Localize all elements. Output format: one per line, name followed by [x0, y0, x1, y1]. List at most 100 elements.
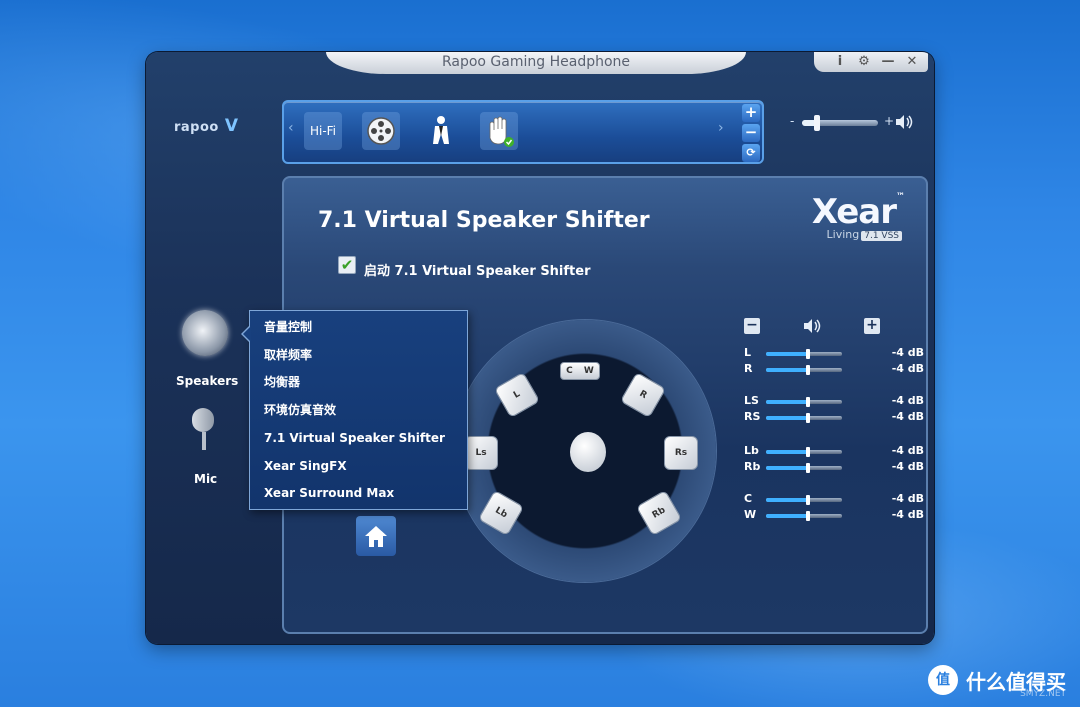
- level-thumb[interactable]: [805, 397, 810, 407]
- panel-title: 7.1 Virtual Speaker Shifter: [318, 208, 650, 233]
- master-volume: - +: [790, 112, 930, 132]
- level-slider[interactable]: [766, 463, 842, 473]
- level-fill: [766, 498, 808, 502]
- level-slider[interactable]: [766, 495, 842, 505]
- close-button[interactable]: ✕: [900, 52, 924, 72]
- volume-thumb[interactable]: [814, 115, 821, 131]
- level-row-ls: LS -4 dB: [744, 394, 924, 410]
- level-label: Lb: [744, 444, 759, 457]
- level-thumb[interactable]: [805, 463, 810, 473]
- level-row-c: C -4 dB: [744, 492, 924, 508]
- enable-label: 启动 7.1 Virtual Speaker Shifter: [364, 264, 591, 279]
- menu-item[interactable]: 环境仿真音效: [264, 400, 464, 420]
- speaker-right-back[interactable]: Rb: [635, 489, 683, 537]
- level-label: Rb: [744, 460, 761, 473]
- mic-label[interactable]: Mic: [194, 472, 217, 486]
- toolbar-left-arrow[interactable]: ‹: [288, 120, 294, 136]
- custom-mode-button[interactable]: [480, 112, 518, 150]
- volume-plus[interactable]: +: [884, 114, 894, 128]
- level-value: -4 dB: [891, 492, 924, 505]
- level-thumb[interactable]: [805, 413, 810, 423]
- checkmark-icon: ✔: [340, 256, 354, 274]
- level-row-r: R -4 dB: [744, 362, 924, 378]
- menu-item[interactable]: 7.1 Virtual Speaker Shifter: [264, 428, 464, 448]
- rapoo-logo: rapoo V: [174, 116, 239, 136]
- toolbar-right-arrow[interactable]: ›: [718, 120, 724, 136]
- film-reel-icon: [367, 117, 395, 145]
- speaker-left-surround[interactable]: Ls: [464, 436, 498, 470]
- settings-button[interactable]: ⚙: [852, 52, 876, 72]
- levels-minus-button[interactable]: −: [744, 318, 760, 334]
- level-fill: [766, 368, 808, 372]
- menu-item[interactable]: Xear Surround Max: [264, 483, 464, 503]
- menu-item[interactable]: Xear SingFX: [264, 456, 464, 476]
- channel-levels: − + L -4 dB R -4 dB LS -4 dB RS -4 dB Lb -4 dB Rb -…: [744, 318, 924, 548]
- watermark-badge: 值: [928, 665, 958, 695]
- menu-item[interactable]: 音量控制: [264, 317, 464, 337]
- level-row-rs: RS -4 dB: [744, 410, 924, 426]
- minimize-button[interactable]: —: [876, 52, 900, 72]
- level-thumb[interactable]: [805, 447, 810, 457]
- level-fill: [766, 416, 808, 420]
- speaker-right-surround[interactable]: Rs: [664, 436, 698, 470]
- mic-device-icon[interactable]: [192, 408, 216, 452]
- level-thumb[interactable]: [805, 495, 810, 505]
- level-fill: [766, 450, 808, 454]
- level-slider[interactable]: [766, 397, 842, 407]
- enable-checkbox[interactable]: ✔: [338, 256, 356, 274]
- xear-subtitle: Living 7.1 VSS: [827, 228, 902, 241]
- menu-item[interactable]: 取样频率: [264, 345, 464, 365]
- home-button[interactable]: [356, 516, 396, 556]
- speaker-center[interactable]: C W: [560, 362, 600, 380]
- level-fill: [766, 352, 808, 356]
- speaker-left-label: L: [512, 389, 522, 401]
- level-label: LS: [744, 394, 759, 407]
- speaker-volume-icon[interactable]: [894, 114, 914, 130]
- level-thumb[interactable]: [805, 511, 810, 521]
- level-slider[interactable]: [766, 349, 842, 359]
- level-thumb[interactable]: [805, 365, 810, 375]
- info-button[interactable]: i: [828, 52, 852, 72]
- xear-logo-text: Xear: [811, 192, 897, 232]
- speaker-center-label: C: [566, 366, 573, 376]
- listener-head-icon: [570, 432, 606, 472]
- remove-preset-button[interactable]: −: [742, 124, 760, 142]
- refresh-button[interactable]: ⟳: [742, 144, 760, 162]
- speaker-rs-label: Rs: [674, 448, 688, 458]
- level-value: -4 dB: [891, 394, 924, 407]
- speaker-left[interactable]: L: [493, 371, 541, 419]
- xear-tm: ™: [896, 192, 905, 202]
- game-mode-button[interactable]: [422, 112, 460, 150]
- level-value: -4 dB: [891, 444, 924, 457]
- movie-mode-button[interactable]: [362, 112, 400, 150]
- speakers-label[interactable]: Speakers: [176, 374, 238, 388]
- volume-slider[interactable]: [802, 115, 878, 131]
- level-slider[interactable]: [766, 413, 842, 423]
- speaker-right[interactable]: R: [619, 371, 667, 419]
- level-value: -4 dB: [891, 346, 924, 359]
- xear-sub-text: Living: [826, 228, 860, 241]
- level-value: -4 dB: [891, 508, 924, 521]
- speaker-left-back[interactable]: Lb: [477, 489, 525, 537]
- menu-item[interactable]: 均衡器: [264, 372, 464, 392]
- speaker-right-label: R: [637, 388, 649, 402]
- level-slider[interactable]: [766, 365, 842, 375]
- volume-minus[interactable]: -: [790, 114, 794, 128]
- hifi-button[interactable]: Hi-Fi: [304, 112, 342, 150]
- speakers-device-icon[interactable]: [182, 310, 228, 356]
- level-slider[interactable]: [766, 447, 842, 457]
- levels-plus-button[interactable]: +: [864, 318, 880, 334]
- level-label: W: [744, 508, 757, 521]
- add-preset-button[interactable]: +: [742, 104, 760, 122]
- mic-stem: [202, 432, 206, 450]
- level-thumb[interactable]: [805, 349, 810, 359]
- level-slider[interactable]: [766, 511, 842, 521]
- logo-mark: V: [224, 116, 239, 136]
- window-controls: i ⚙ — ✕: [814, 52, 928, 72]
- level-row-lb: Lb -4 dB: [744, 444, 924, 460]
- speaker-lb-label: Lb: [493, 505, 509, 521]
- menu-pointer: [241, 325, 251, 343]
- speaker-layout: C W L R Ls Rs Lb Rb: [454, 320, 716, 582]
- home-icon: [365, 526, 387, 547]
- levels-header: − +: [744, 318, 924, 336]
